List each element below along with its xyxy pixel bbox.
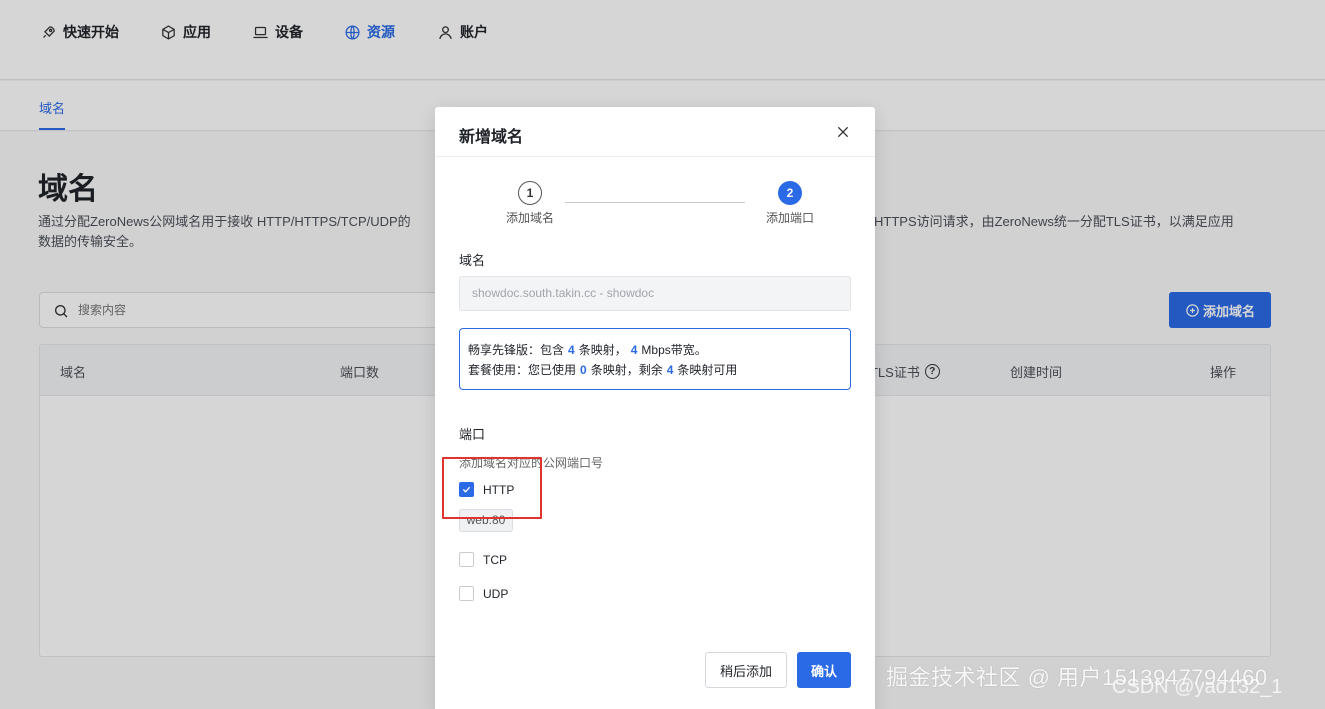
tcp-checkbox[interactable]: [459, 552, 474, 567]
annotation-highlight-box: [442, 457, 542, 519]
confirm-button[interactable]: 确认: [797, 652, 851, 688]
tcp-label: TCP: [483, 552, 507, 567]
step-number: 1: [518, 181, 542, 205]
mappings-total: 4: [568, 343, 575, 357]
close-icon[interactable]: [835, 124, 851, 140]
domain-label: 域名: [459, 253, 486, 268]
step-connector: [565, 202, 745, 203]
mappings-unit: 条映射，: [578, 343, 627, 357]
step-add-port: 2 添加端口: [755, 181, 825, 226]
used-unit: 条映射，剩余: [590, 363, 663, 377]
step-label: 添加端口: [765, 211, 814, 225]
usage-line: 套餐使用：您已使用 0 条映射，剩余 4 条映射可用: [468, 360, 842, 380]
port-label: 端口: [459, 427, 486, 442]
step-label: 添加域名: [505, 211, 554, 225]
watermark-secondary: CSDN @yao132_1: [1112, 676, 1283, 698]
udp-label: UDP: [483, 586, 509, 601]
step-number: 2: [778, 181, 802, 205]
domain-field: showdoc.south.takin.cc - showdoc: [459, 276, 851, 311]
plan-info-box: 畅享先锋版：包含 4 条映射， 4 Mbps带宽。 套餐使用：您已使用 0 条映射，剩余 4 条…: [459, 328, 851, 390]
remaining-unit: 条映射可用: [677, 363, 738, 377]
dialog-header: 新增域名: [435, 107, 875, 157]
dialog-title: 新增域名: [459, 129, 524, 146]
udp-checkbox-row[interactable]: UDP: [459, 586, 508, 601]
usage-prefix: 套餐使用：您已使用: [468, 363, 577, 377]
add-domain-dialog: 新增域名 1 添加域名 2 添加端口 域名 showdoc.south.taki…: [435, 107, 875, 709]
remaining-count: 4: [666, 363, 674, 377]
plan-prefix: 畅享先锋版：包含: [468, 343, 565, 357]
tcp-checkbox-row[interactable]: TCP: [459, 552, 507, 567]
used-count: 0: [580, 363, 587, 377]
udp-checkbox[interactable]: [459, 586, 474, 601]
bandwidth-value: 4: [630, 343, 638, 357]
step-add-domain: 1 添加域名: [495, 181, 565, 226]
add-later-button[interactable]: 稍后添加: [705, 652, 787, 688]
bandwidth-unit: Mbps带宽。: [641, 343, 707, 357]
plan-line: 畅享先锋版：包含 4 条映射， 4 Mbps带宽。: [468, 340, 842, 360]
